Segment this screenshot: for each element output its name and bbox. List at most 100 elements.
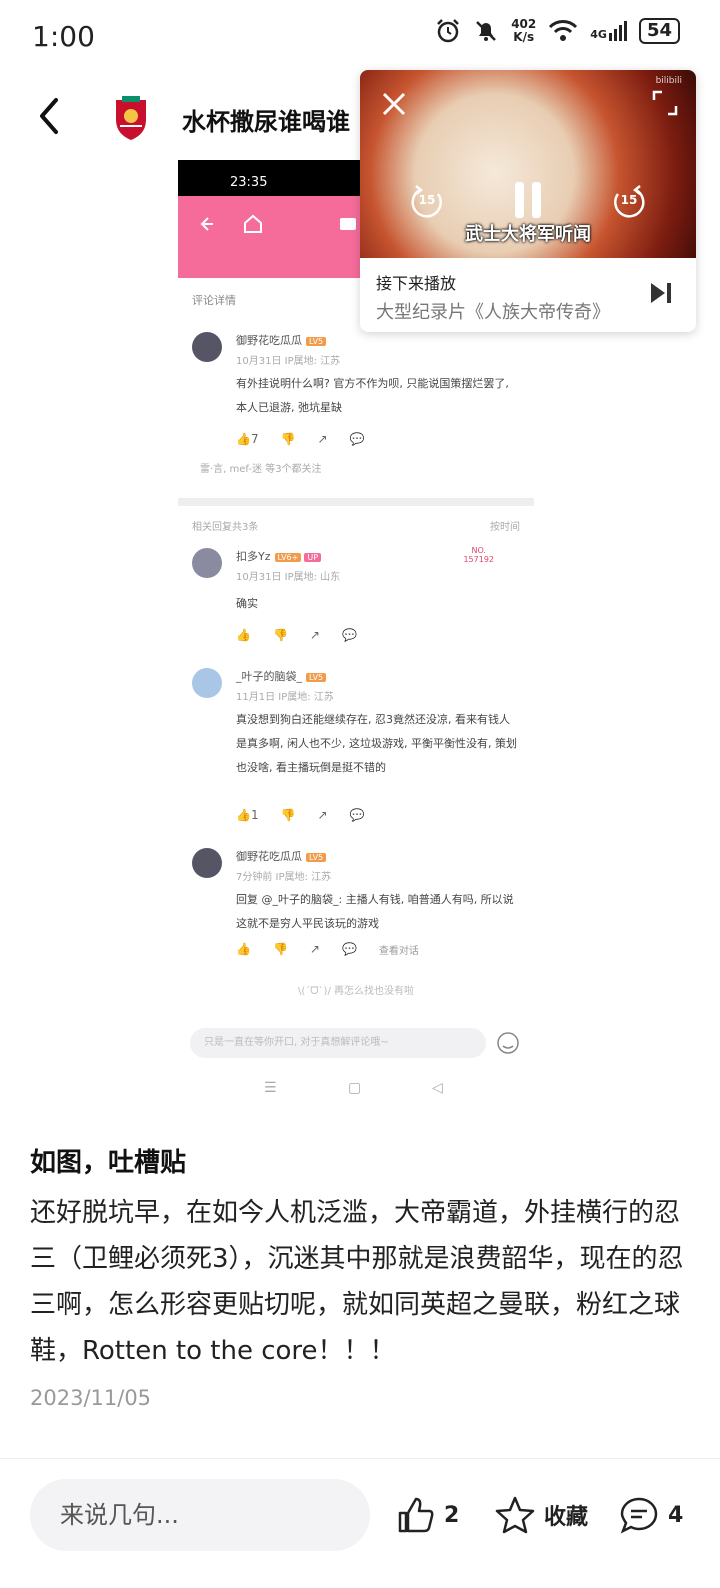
- image-avatar: [192, 848, 222, 878]
- video-thumbnail[interactable]: bilibili 15 15 武士大将军听闻: [360, 70, 696, 258]
- image-reply-icon: 💬: [349, 808, 365, 822]
- page: 1:00 402 K/s 4G 54 水杯撒尿谁喝谁 23:35 评论详情 御野…: [0, 0, 720, 1588]
- network-type: 4G: [590, 28, 607, 41]
- rewind-button[interactable]: 15: [408, 182, 446, 220]
- battery-indicator: 54: [638, 18, 680, 44]
- image-reply-user: 御野花吃瓜瓜 LV5: [236, 848, 327, 864]
- video-subtitle: 武士大将军听闻: [465, 224, 591, 245]
- image-view-dialog: 查看对话: [378, 946, 419, 957]
- image-comment-user: 御野花吃瓜瓜 LV5: [236, 332, 327, 348]
- image-comment-text: 有外挂说明什么啊? 官方不作为呗, 只能说国策摆烂罢了, 本人已退游, 弛坑星缺: [236, 377, 509, 414]
- image-fan-badge-label: NO.: [471, 546, 486, 555]
- image-like-icon: 👍: [236, 628, 251, 642]
- page-title: 水杯撒尿谁喝谁: [182, 108, 350, 136]
- image-reply-text: 真没想到狗白还能继续存在, 忍3竟然还没凉, 看来有钱人是真多啊, 闲人也不少,…: [236, 713, 517, 774]
- up-next-label: 接下来播放: [376, 274, 457, 293]
- comments-button[interactable]: 4: [618, 1495, 683, 1535]
- floating-video-player[interactable]: bilibili 15 15 武士大将军听闻 接下来播放 大型纪录片《人族大帝传…: [360, 70, 696, 332]
- image-reply: 御野花吃瓜瓜 LV5 7分钟前 IP属地: 江苏 回复 @_叶子的脑袋_: 主播人…: [178, 838, 534, 978]
- image-dislike-icon: 👎: [280, 432, 296, 446]
- image-reply-text: 确实: [236, 597, 258, 610]
- up-next-title[interactable]: 大型纪录片《人族大帝传奇》: [376, 298, 610, 324]
- image-nav-menu-icon: ☰: [264, 1080, 277, 1096]
- forward-seconds: 15: [620, 193, 638, 207]
- image-fan-badge-number: 157192: [463, 555, 494, 564]
- image-sort-label: 相关回复共3条: [192, 522, 259, 533]
- wifi-icon: [549, 20, 578, 41]
- signal-icon: 4G: [590, 21, 627, 41]
- image-end-text: \(ˊᗜˋ)/ 再怎么找也没有啦: [297, 986, 415, 997]
- image-reply-meta: 10月31日 IP属地: 山东: [236, 572, 341, 583]
- comment-input[interactable]: 来说几句...: [30, 1479, 370, 1551]
- rewind-seconds: 15: [418, 193, 436, 207]
- bottom-action-bar: 来说几句... 2 收藏 4: [0, 1458, 720, 1588]
- image-status-time: 23:35: [230, 175, 268, 190]
- image-sort-option: 按时间: [490, 522, 520, 533]
- image-home-icon: [244, 214, 262, 233]
- thumbs-up-icon: [398, 1497, 434, 1533]
- image-avatar: [192, 548, 222, 578]
- image-dislike-icon: 👎: [272, 628, 288, 642]
- net-speed-unit: K/s: [513, 30, 535, 44]
- image-reply-icon: 💬: [341, 942, 357, 956]
- image-comment-input: 只是一直在等你开口, 对于真想解评论哦~: [190, 1028, 486, 1058]
- mute-bell-icon: [476, 21, 497, 41]
- image-nav-back-icon: ◁: [432, 1080, 443, 1096]
- image-reply-text: 回复 @_叶子的脑袋_: 主播人有钱, 咱普通人有吗, 所以说这就不是穷人平民该…: [236, 893, 514, 930]
- image-comment-actions: 👍7 👎 ↗ 💬: [236, 432, 365, 446]
- image-back-icon: [200, 217, 213, 231]
- image-reply-meta: 11月1日 IP属地: 江苏: [236, 692, 334, 703]
- image-share-icon: ↗: [309, 942, 320, 956]
- comment-count: 4: [668, 1502, 684, 1528]
- image-like-icon: 👍1: [236, 808, 259, 822]
- image-video-icon: [340, 218, 356, 230]
- image-dislike-icon: 👎: [280, 808, 296, 822]
- status-icons: 402 K/s 4G 54: [435, 18, 680, 44]
- image-fan-badge: NO. 157192: [463, 546, 494, 564]
- image-share-icon: ↗: [317, 808, 328, 822]
- video-watermark: bilibili: [655, 76, 682, 86]
- pause-icon[interactable]: [511, 180, 545, 220]
- image-reply-icon: 💬: [349, 432, 365, 446]
- back-icon[interactable]: [30, 94, 70, 138]
- image-comment-meta: 10月31日 IP属地: 江苏: [236, 356, 341, 367]
- club-crest-avatar[interactable]: [108, 90, 154, 142]
- image-reply-actions: 👍1 👎 ↗ 💬: [236, 808, 365, 822]
- like-button[interactable]: 2: [396, 1495, 459, 1535]
- alarm-icon: [437, 19, 460, 43]
- image-avatar: [192, 332, 222, 362]
- image-divider: [178, 498, 534, 506]
- image-sort-bar: 相关回复共3条 按时间: [178, 506, 534, 538]
- image-dislike-icon: 👎: [272, 942, 288, 956]
- image-nav-home-icon: ▢: [348, 1080, 362, 1096]
- image-reply-user: 扣多Yz LV6+ UP: [236, 548, 322, 564]
- image-like-icon: 👍7: [236, 432, 259, 446]
- image-reply-icon: 💬: [341, 628, 357, 642]
- net-speed: 402 K/s: [511, 18, 536, 44]
- image-share-icon: ↗: [309, 628, 320, 642]
- fullscreen-icon[interactable]: [652, 90, 678, 116]
- like-count: 2: [444, 1502, 460, 1528]
- favorite-button[interactable]: 收藏: [494, 1495, 588, 1535]
- post-date: 2023/11/05: [30, 1386, 152, 1410]
- close-icon[interactable]: [380, 90, 408, 118]
- favorite-label: 收藏: [544, 1505, 589, 1530]
- status-bar: 1:00 402 K/s 4G 54: [0, 0, 720, 72]
- image-reply-actions: 👍 👎 ↗ 💬 查看对话: [236, 942, 419, 957]
- image-reply-meta: 7分钟前 IP属地: 江苏: [236, 872, 332, 883]
- image-reply-summary: 雷·言, mef-迷 等3个都关注: [200, 464, 322, 475]
- forward-button[interactable]: 15: [610, 182, 648, 220]
- image-avatar: [192, 668, 222, 698]
- image-reply-user: _叶子的脑袋_ LV5: [236, 668, 327, 684]
- image-reply: _叶子的脑袋_ LV5 11月1日 IP属地: 江苏 真没想到狗白还能继续存在, …: [178, 658, 534, 838]
- star-icon: [495, 1496, 535, 1534]
- post-body: 还好脱坑早，在如今人机泛滥，大帝霸道，外挂横行的忍三（卫鲤必须死3），沉迷其中那…: [30, 1198, 684, 1366]
- post-heading: 如图，吐槽贴: [30, 1148, 187, 1178]
- image-comment: 御野花吃瓜瓜 LV5 10月31日 IP属地: 江苏 有外挂说明什么啊? 官方不作…: [178, 322, 534, 492]
- image-reply: 扣多Yz LV6+ UP 10月31日 IP属地: 山东 确实 NO. 157192…: [178, 538, 534, 658]
- status-time: 1:00: [32, 20, 95, 53]
- image-emoji-icon: [497, 1032, 519, 1054]
- image-share-icon: ↗: [317, 432, 328, 446]
- skip-next-icon[interactable]: [648, 280, 674, 306]
- image-like-icon: 👍: [236, 942, 251, 956]
